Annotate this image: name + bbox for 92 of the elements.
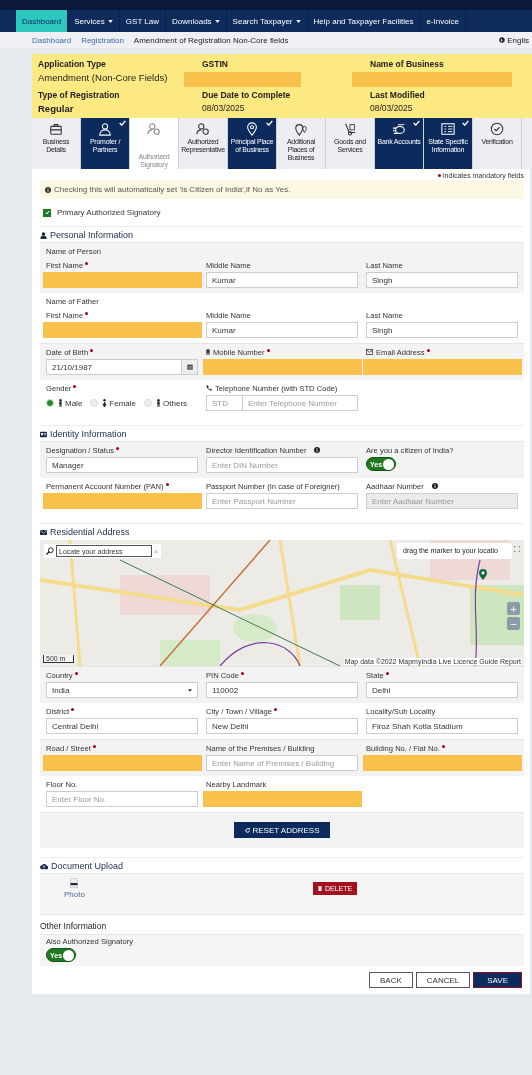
refresh-icon bbox=[244, 827, 250, 833]
radio-label: Others bbox=[163, 398, 188, 408]
checkbox[interactable] bbox=[43, 208, 51, 217]
section-heading: Other Information bbox=[40, 920, 108, 933]
summary-value: Amendment (Non-Core Fields) bbox=[38, 72, 169, 85]
text-field[interactable]: 110002 bbox=[206, 682, 358, 698]
telephone-field[interactable]: Enter Telephone Number bbox=[243, 395, 358, 411]
check-icon bbox=[266, 120, 273, 126]
section-heading: Personal Information bbox=[50, 230, 134, 240]
document-icon bbox=[70, 878, 79, 888]
check-circle-icon bbox=[490, 122, 504, 136]
text-field[interactable]: Enter Floor No. bbox=[46, 791, 198, 807]
text-field: Enter Aadhaar Number bbox=[366, 493, 518, 509]
required-marker-icon bbox=[438, 174, 442, 177]
text-field[interactable]: Enter DIN Number bbox=[206, 457, 358, 473]
envelope-icon bbox=[40, 528, 47, 536]
phone-icon bbox=[206, 385, 212, 391]
radio-label: Female bbox=[109, 398, 137, 408]
date-field[interactable]: 21/10/1987 bbox=[46, 359, 182, 375]
person-figure-icon bbox=[58, 399, 63, 407]
text-field[interactable]: Enter Name of Premises / Building bbox=[206, 755, 358, 771]
check-icon bbox=[44, 210, 50, 215]
caret-icon bbox=[107, 19, 113, 23]
calendar-button[interactable] bbox=[182, 359, 198, 375]
language-selector[interactable]: Englis bbox=[499, 35, 529, 45]
fullscreen-icon[interactable] bbox=[514, 546, 520, 552]
summary-value: Regular bbox=[38, 103, 75, 114]
person-gear-icon bbox=[196, 122, 210, 136]
checkbox-label: Primary Authorized Signatory bbox=[57, 208, 161, 217]
std-code-field[interactable]: STD bbox=[206, 395, 243, 411]
radio-button[interactable] bbox=[46, 399, 54, 407]
breadcrumb-current: Amendment of Registration Non-Core fields bbox=[133, 35, 289, 45]
summary-label: Due Date to Complete bbox=[202, 90, 292, 100]
action-button[interactable]: SAVE bbox=[473, 972, 522, 988]
text-field[interactable]: Singh bbox=[366, 272, 518, 288]
summary-value: 08/03/2025 bbox=[370, 103, 414, 113]
text-field[interactable]: New Delhi bbox=[206, 718, 358, 734]
summary-label: Name of Business bbox=[370, 59, 445, 69]
caret-icon bbox=[295, 19, 301, 23]
nav-menu-item[interactable]: Dashboard bbox=[16, 10, 69, 32]
hand-truck-icon bbox=[343, 122, 357, 136]
person-icon bbox=[40, 231, 47, 239]
text-field[interactable]: Enter Passport Number bbox=[206, 493, 358, 509]
action-button[interactable]: BACK bbox=[369, 972, 413, 988]
person-gear-icon bbox=[147, 122, 161, 136]
summary-label: Type of Registration bbox=[38, 90, 121, 100]
person-icon bbox=[98, 122, 112, 136]
breadcrumb-link[interactable]: Registration bbox=[81, 35, 124, 45]
reset-address-button[interactable]: RESET ADDRESS bbox=[233, 822, 331, 838]
summary-label: GSTIN bbox=[202, 59, 229, 69]
search-icon bbox=[46, 547, 54, 555]
list-icon bbox=[441, 122, 455, 136]
id-card-icon bbox=[40, 430, 47, 438]
check-icon bbox=[413, 120, 420, 126]
check-icon bbox=[462, 120, 469, 126]
briefcase-icon bbox=[49, 122, 63, 136]
check-icon bbox=[119, 120, 126, 126]
text-field[interactable]: Manager bbox=[46, 457, 198, 473]
trash-icon bbox=[317, 886, 322, 891]
text-field[interactable]: Kumar bbox=[206, 322, 358, 338]
radio-button[interactable] bbox=[90, 399, 99, 407]
info-icon bbox=[45, 186, 51, 193]
person-figure-icon bbox=[156, 399, 162, 407]
text-field[interactable]: Singh bbox=[366, 322, 518, 338]
section-heading: Identity Information bbox=[50, 429, 127, 439]
radio-label: Male bbox=[65, 398, 83, 408]
map-pins-icon bbox=[294, 122, 308, 136]
caret-icon bbox=[214, 19, 220, 23]
section-heading: Residential Address bbox=[50, 527, 130, 537]
country-dropdown[interactable]: India bbox=[46, 682, 198, 698]
text-field[interactable]: Delhi bbox=[366, 682, 518, 698]
calendar-icon bbox=[186, 364, 193, 370]
action-button[interactable]: CANCEL bbox=[415, 972, 471, 988]
alert-text: Checking this will automatically set 'Is Citizen of India',if No as Yes. bbox=[54, 185, 291, 194]
file-link[interactable]: Photo bbox=[64, 890, 85, 899]
section-heading: Document Upload bbox=[51, 861, 124, 871]
map-pin-icon bbox=[245, 122, 259, 136]
person-figure-icon bbox=[102, 399, 108, 407]
map-marker-icon bbox=[479, 569, 487, 580]
cloud-upload-icon bbox=[40, 862, 48, 870]
summary-label: Application Type bbox=[38, 59, 107, 69]
caret-icon bbox=[188, 688, 192, 692]
summary-label: Last Modified bbox=[370, 90, 426, 100]
mobile-icon bbox=[206, 349, 210, 355]
text-field[interactable]: Kumar bbox=[206, 272, 358, 288]
text-field[interactable]: Central Delhi bbox=[46, 718, 198, 734]
breadcrumb-link[interactable]: Dashboard bbox=[32, 35, 72, 45]
envelope-icon bbox=[366, 349, 373, 355]
summary-value: 08/03/2025 bbox=[202, 103, 246, 113]
radio-button[interactable] bbox=[144, 399, 153, 407]
text-field[interactable]: Firoz Shah Kotla Stadium bbox=[366, 718, 518, 734]
globe-icon bbox=[499, 37, 506, 43]
